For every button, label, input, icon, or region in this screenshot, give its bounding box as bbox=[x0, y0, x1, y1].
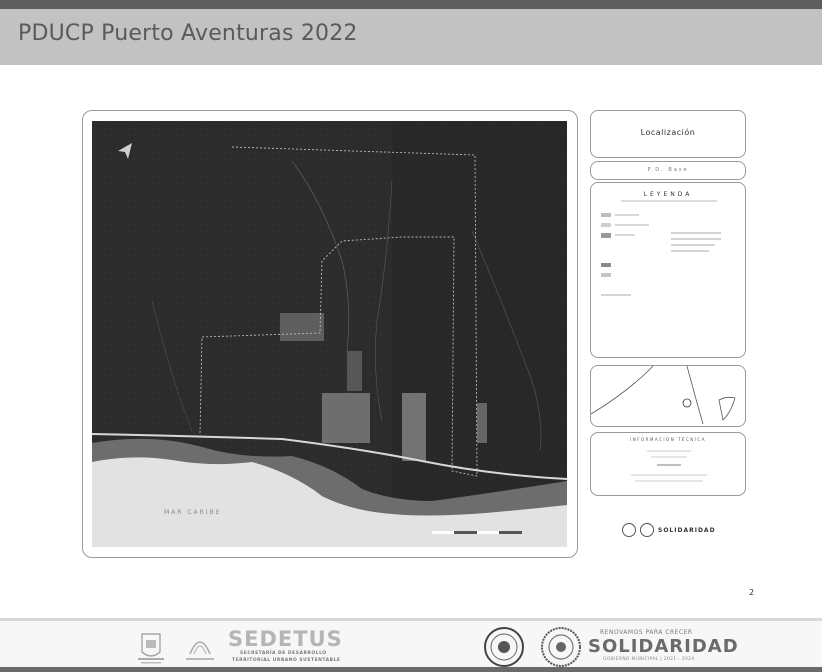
location-title: Localización bbox=[640, 128, 696, 137]
solidaridad-footer: GOBIERNO MUNICIPAL | 2021 - 2024 bbox=[603, 657, 695, 662]
sedetus-title: SEDETUS bbox=[228, 627, 343, 651]
title-box: Localización bbox=[590, 110, 746, 158]
solidaridad-seal-icon bbox=[640, 523, 654, 537]
solidaridad-seal-icon bbox=[541, 627, 581, 667]
sedetus-line2: TERRITORIAL URBANO SUSTENTABLE bbox=[232, 658, 341, 663]
info-content bbox=[631, 450, 707, 482]
solidaridad-tagline: RENOVAMOS PARA CRECER bbox=[600, 629, 693, 636]
sedetus-line1: SECRETARÍA DE DESARROLLO bbox=[240, 651, 327, 656]
satellite-map: MAR CARIBE bbox=[92, 121, 567, 547]
secretaria-logo-icon bbox=[186, 641, 214, 660]
page-number: 2 bbox=[749, 588, 755, 597]
info-title: INFORMACIÓN TÉCNICA bbox=[630, 437, 706, 442]
inset-map-box bbox=[590, 365, 746, 427]
quintana-roo-logo-icon bbox=[138, 633, 164, 664]
sea-label: MAR CARIBE bbox=[164, 509, 222, 516]
legend-box: LEYENDA bbox=[590, 182, 746, 358]
solidaridad-title: SOLIDARIDAD bbox=[588, 636, 739, 657]
inset-map bbox=[591, 366, 736, 425]
municipal-seal-icon bbox=[622, 523, 636, 537]
top-strip bbox=[0, 0, 822, 9]
legend-content bbox=[601, 200, 721, 296]
subtitle-box: P.D. Base bbox=[590, 161, 746, 180]
page-header: PDUCP Puerto Aventuras 2022 bbox=[0, 9, 822, 65]
page-title: PDUCP Puerto Aventuras 2022 bbox=[18, 21, 358, 46]
mini-brand: SOLIDARIDAD bbox=[658, 526, 716, 534]
municipal-seal-icon bbox=[484, 627, 524, 667]
mini-logos: SOLIDARIDAD bbox=[622, 520, 716, 540]
bottom-strip bbox=[0, 667, 822, 672]
info-box: INFORMACIÓN TÉCNICA bbox=[590, 432, 746, 496]
base-subtitle: P.D. Base bbox=[647, 167, 689, 173]
